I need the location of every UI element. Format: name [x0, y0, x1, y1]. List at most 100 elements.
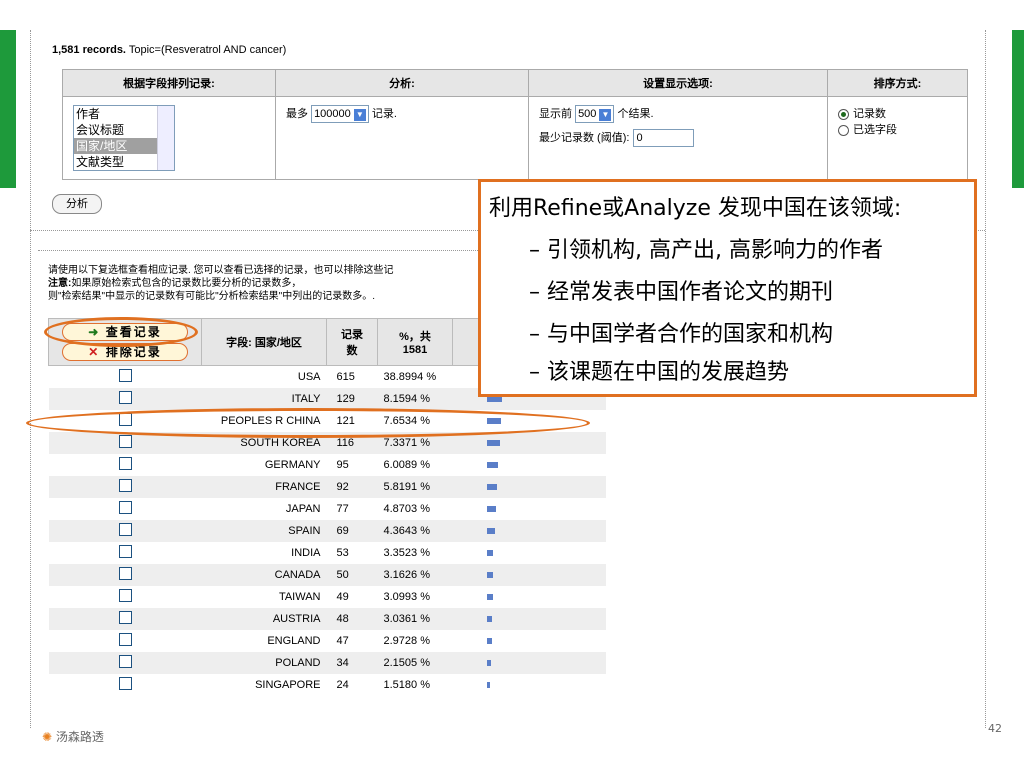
- country-name: GERMANY: [201, 454, 327, 476]
- row-checkbox[interactable]: [118, 655, 132, 668]
- rank-field-header: 根据字段排列记录:: [62, 69, 276, 97]
- count-column-header: 记录数: [326, 318, 378, 366]
- analysis-options-table: 根据字段排列记录: 分析: 设置显示选项: 排序方式: 作者 会议标题 国家/地…: [62, 69, 968, 180]
- analyze-button[interactable]: 分析: [52, 194, 102, 214]
- display-count-select[interactable]: 500 ▼: [575, 105, 615, 124]
- analyze-header: 分析:: [275, 69, 529, 97]
- row-checkbox[interactable]: [118, 567, 132, 580]
- percentage: 6.0089 %: [377, 454, 453, 476]
- percentage-bar: [486, 528, 495, 535]
- highlight-oval-buttons: [44, 317, 198, 347]
- percentage: 3.0361 %: [377, 608, 453, 630]
- row-checkbox[interactable]: [118, 545, 132, 558]
- percentage-bar: [486, 462, 498, 469]
- record-count: 48: [326, 608, 378, 630]
- percentage: 2.1505 %: [377, 652, 453, 674]
- record-count: 49: [326, 586, 378, 608]
- usage-note: 请使用以下复选框查看相应记录. 您可以查看已选择的记录，也可以排除这些记 注意:…: [48, 265, 394, 302]
- row-checkbox[interactable]: [118, 523, 132, 536]
- analyze-suffix: 记录.: [371, 108, 397, 120]
- threshold-label: 最少记录数 (阈值):: [539, 132, 630, 145]
- percentage-bar: [486, 594, 493, 601]
- country-name: SINGAPORE: [201, 674, 327, 696]
- table-row: INDIA 53 3.3523 %: [48, 542, 606, 564]
- country-name: FRANCE: [201, 476, 327, 498]
- field-column-header: 字段: 国家/地区: [201, 318, 327, 366]
- search-topic: Topic=(Resveratrol AND cancer): [128, 44, 287, 56]
- row-checkbox[interactable]: [118, 501, 132, 514]
- percentage: 3.1626 %: [377, 564, 453, 586]
- country-name: INDIA: [201, 542, 327, 564]
- row-checkbox[interactable]: [118, 479, 132, 492]
- table-row: SPAIN 69 4.3643 %: [48, 520, 606, 542]
- record-count: 92: [326, 476, 378, 498]
- country-name: CANADA: [201, 564, 327, 586]
- display-options-header: 设置显示选项:: [528, 69, 828, 97]
- callout-title: 利用Refine或Analyze 发现中国在该领域:: [489, 196, 902, 221]
- callout-item: – 该课题在中国的发展趋势: [529, 360, 789, 385]
- divider: [38, 250, 478, 251]
- percentage-bar: [486, 660, 491, 667]
- percentage-bar: [486, 506, 496, 513]
- table-row: TAIWAN 49 3.0993 %: [48, 586, 606, 608]
- right-accent-bar: [1012, 30, 1024, 188]
- percentage: 8.1594 %: [377, 388, 453, 410]
- row-checkbox[interactable]: [118, 633, 132, 646]
- record-count: 47: [326, 630, 378, 652]
- percentage: 3.3523 %: [377, 542, 453, 564]
- record-count: 69: [326, 520, 378, 542]
- row-checkbox[interactable]: [118, 677, 132, 690]
- country-name: SPAIN: [201, 520, 327, 542]
- close-icon: ✕: [88, 345, 101, 359]
- record-count: 1,581 records.: [52, 44, 126, 56]
- percentage-bar: [486, 484, 497, 491]
- country-name: JAPAN: [201, 498, 327, 520]
- threshold-input[interactable]: 0: [632, 129, 694, 148]
- percentage: 5.8191 %: [377, 476, 453, 498]
- table-row: FRANCE 92 5.8191 %: [48, 476, 606, 498]
- percentage-bar: [486, 572, 493, 579]
- row-checkbox[interactable]: [118, 589, 132, 602]
- sort-by-field-radio[interactable]: [838, 124, 849, 136]
- table-row: GERMANY 95 6.0089 %: [48, 454, 606, 476]
- percentage: 38.8994 %: [377, 365, 453, 388]
- record-limit-select[interactable]: 100000 ▼: [311, 105, 369, 124]
- display-suffix: 个结果.: [617, 108, 654, 120]
- row-checkbox[interactable]: [118, 369, 132, 382]
- percentage: 3.0993 %: [377, 586, 453, 608]
- highlight-oval-china-row: [26, 408, 590, 438]
- percentage-bar: [486, 440, 500, 447]
- record-count: 24: [326, 674, 378, 696]
- percentage-bar: [486, 616, 492, 623]
- country-name: ITALY: [201, 388, 327, 410]
- country-name: ENGLAND: [201, 630, 327, 652]
- sort-option-label: 记录数: [853, 108, 886, 120]
- analyze-prefix: 最多: [286, 108, 308, 120]
- country-name: USA: [201, 365, 327, 388]
- left-accent-bar: [0, 30, 16, 188]
- percent-column-header: %，共 1581: [377, 318, 453, 366]
- left-border: [30, 30, 31, 728]
- display-prefix: 显示前: [539, 108, 572, 120]
- row-checkbox[interactable]: [118, 435, 132, 448]
- row-checkbox[interactable]: [118, 457, 132, 470]
- country-name: POLAND: [201, 652, 327, 674]
- callout-box: 利用Refine或Analyze 发现中国在该领域: – 引领机构, 高产出, …: [478, 179, 977, 397]
- row-checkbox[interactable]: [118, 391, 132, 404]
- field-listbox[interactable]: 作者 会议标题 国家/地区 文献类型: [73, 105, 175, 171]
- record-count: 50: [326, 564, 378, 586]
- percentage-bar: [486, 550, 493, 557]
- percentage: 2.9728 %: [377, 630, 453, 652]
- right-border: [985, 30, 986, 728]
- percentage: 4.8703 %: [377, 498, 453, 520]
- record-count: 129: [326, 388, 378, 410]
- table-row: ENGLAND 47 2.9728 %: [48, 630, 606, 652]
- record-count: 95: [326, 454, 378, 476]
- table-row: AUSTRIA 48 3.0361 %: [48, 608, 606, 630]
- listbox-scrollbar[interactable]: [157, 106, 174, 170]
- record-count: 615: [326, 365, 378, 388]
- table-row: POLAND 34 2.1505 %: [48, 652, 606, 674]
- sort-by-count-radio[interactable]: [838, 108, 849, 120]
- field-option-selected[interactable]: 国家/地区: [74, 138, 160, 154]
- row-checkbox[interactable]: [118, 611, 132, 624]
